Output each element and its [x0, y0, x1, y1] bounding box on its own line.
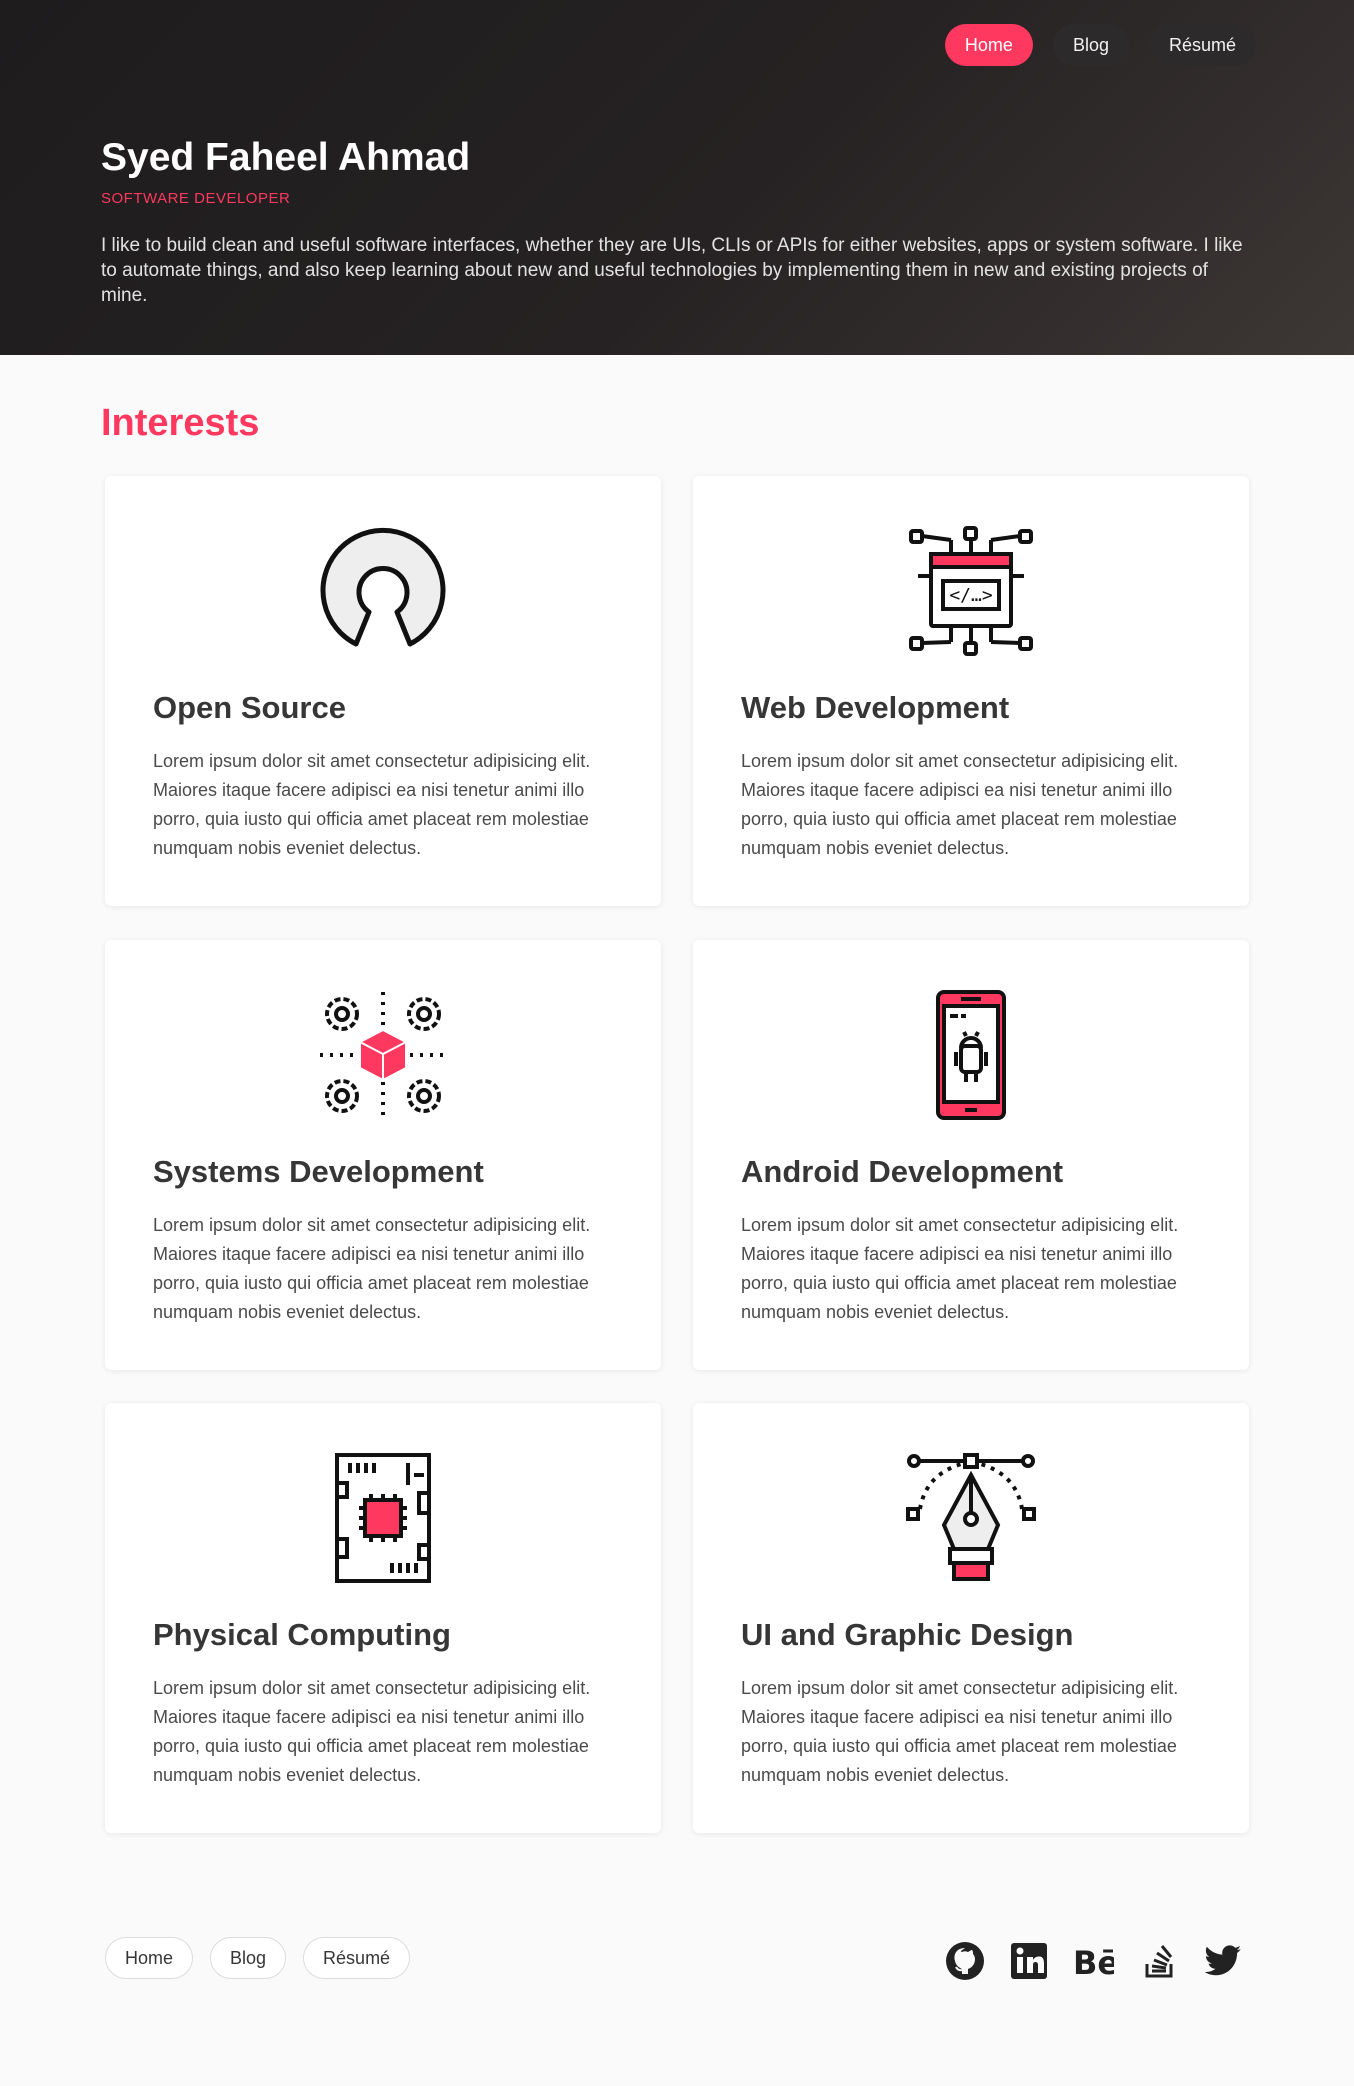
svg-text:</…>: </…> — [949, 585, 993, 606]
nav-blog[interactable]: Blog — [1052, 24, 1129, 66]
card-title: Web Development — [741, 690, 1010, 725]
open-source-icon — [105, 526, 661, 656]
footer-nav-blog[interactable]: Blog — [210, 1937, 287, 1979]
card-title: UI and Graphic Design — [741, 1617, 1074, 1652]
card-text: Lorem ipsum dolor sit amet consectetur a… — [153, 751, 591, 858]
circuit-board-icon — [105, 1453, 661, 1583]
interest-card-web-development: </…> Web Development Lorem ipsum dolor s… — [693, 476, 1249, 906]
card-text: Lorem ipsum dolor sit amet consectetur a… — [153, 1215, 591, 1322]
interest-card-android-development: Android Development Lorem ipsum dolor si… — [693, 940, 1249, 1370]
github-icon[interactable] — [944, 1940, 986, 1982]
footer-nav-home[interactable]: Home — [105, 1937, 194, 1979]
pen-tool-icon — [693, 1453, 1249, 1583]
interest-card-open-source: Open Source Lorem ipsum dolor sit amet c… — [105, 476, 661, 906]
hero-name: Syed Faheel Ahmad — [101, 136, 471, 179]
stackoverflow-icon[interactable] — [1139, 1940, 1181, 1982]
card-title: Android Development — [741, 1154, 1064, 1189]
top-nav: Home Blog Résumé — [944, 24, 1256, 66]
web-development-icon: </…> — [693, 526, 1249, 656]
interest-card-physical-computing: Physical Computing Lorem ipsum dolor sit… — [105, 1403, 661, 1833]
card-text: Lorem ipsum dolor sit amet consectetur a… — [741, 1678, 1179, 1785]
behance-icon[interactable]: Bē — [1072, 1940, 1119, 1982]
android-phone-icon — [693, 990, 1249, 1120]
linkedin-icon[interactable] — [1008, 1940, 1050, 1982]
twitter-icon[interactable] — [1202, 1940, 1244, 1982]
nav-resume[interactable]: Résumé — [1148, 24, 1256, 66]
hero-role: SOFTWARE DEVELOPER — [101, 190, 291, 207]
card-title: Open Source — [153, 690, 346, 725]
hero-bio: I like to build clean and useful softwar… — [101, 235, 1243, 306]
card-title: Systems Development — [153, 1154, 484, 1189]
systems-development-icon — [105, 990, 661, 1120]
card-text: Lorem ipsum dolor sit amet consectetur a… — [153, 1678, 591, 1785]
card-text: Lorem ipsum dolor sit amet consectetur a… — [741, 1215, 1179, 1322]
hero-header: Home Blog Résumé Syed Faheel Ahmad SOFTW… — [0, 0, 1354, 355]
interest-card-ui-graphic-design: UI and Graphic Design Lorem ipsum dolor … — [693, 1403, 1249, 1833]
card-text: Lorem ipsum dolor sit amet consectetur a… — [741, 751, 1179, 858]
footer-nav-resume[interactable]: Résumé — [303, 1937, 411, 1979]
svg-text:Bē: Bē — [1073, 1944, 1114, 1982]
card-title: Physical Computing — [153, 1617, 451, 1652]
footer-nav: Home Blog Résumé — [105, 1937, 411, 1979]
nav-home[interactable]: Home — [944, 24, 1033, 66]
interests-title: Interests — [101, 402, 260, 444]
interest-card-systems-development: Systems Development Lorem ipsum dolor si… — [105, 940, 661, 1370]
